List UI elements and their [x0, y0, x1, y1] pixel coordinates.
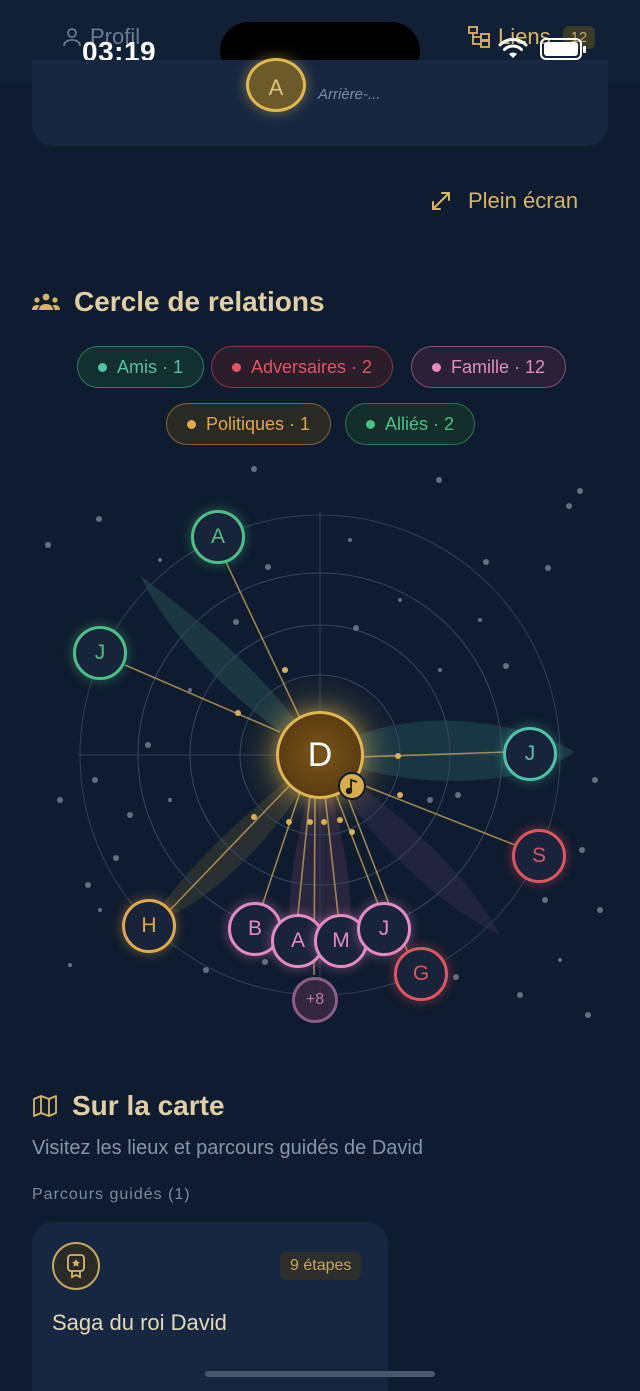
person-icon [63, 28, 81, 47]
node-letter: A [210, 525, 225, 548]
battery-icon [540, 38, 586, 60]
expand-icon [432, 192, 450, 210]
more-count: +8 [305, 991, 325, 1008]
node-letter: H [141, 914, 157, 937]
previous-card [32, 60, 608, 146]
chip-dot [98, 362, 107, 372]
chip-label: Alliés · 2 [385, 413, 455, 434]
chip-allies[interactable]: Alliés · 2 [345, 403, 476, 445]
chip-dot [187, 419, 196, 429]
chip-dot [232, 362, 241, 372]
chip-label: Famille · 12 [451, 356, 546, 377]
status-icons [498, 38, 586, 60]
chip-dot [366, 419, 375, 429]
chip-label: Amis · 1 [117, 356, 184, 377]
group-icon [32, 293, 60, 310]
relation-node-famille-j[interactable]: J [357, 902, 411, 956]
tours-label: Parcours guidés (1) [32, 1186, 191, 1203]
relation-node-ami-j[interactable]: J [503, 727, 557, 781]
node-letter: B [247, 917, 262, 940]
chip-adversaires[interactable]: Adversaires · 2 [211, 346, 394, 388]
home-indicator[interactable] [205, 1371, 435, 1377]
center-letter: D [307, 735, 333, 774]
fullscreen-label: Plein écran [468, 188, 579, 213]
relation-node-allie-a[interactable]: A [191, 510, 245, 564]
chip-dot [432, 362, 441, 372]
award-icon [52, 1242, 100, 1290]
map-title: Sur la carte [72, 1090, 225, 1121]
wifi-icon [498, 38, 528, 58]
tour-title: Saga du roi David [52, 1310, 227, 1335]
hierarchy-icon [468, 26, 490, 48]
node-letter: J [378, 917, 390, 940]
node-letter: M [332, 929, 350, 952]
relations-heading: Cercle de relations [32, 286, 325, 318]
steps-badge: 9 étapes [280, 1252, 362, 1280]
relation-node-allie-j[interactable]: J [73, 626, 127, 680]
chip-amis[interactable]: Amis · 1 [77, 346, 205, 388]
ancestor-caption: Arrière-... [318, 86, 381, 103]
chip-politiques[interactable]: Politiques · 1 [166, 403, 332, 445]
map-subtitle: Visitez les lieux et parcours guidés de … [32, 1137, 423, 1159]
map-icon [33, 1095, 57, 1117]
chip-label: Adversaires · 2 [251, 356, 373, 377]
relation-node-adversaire-s[interactable]: S [512, 829, 566, 883]
chip-famille[interactable]: Famille · 12 [411, 346, 567, 388]
node-letter: J [94, 641, 106, 664]
more-relations-node[interactable]: +8 [292, 977, 338, 1023]
relation-node-politique-h[interactable]: H [122, 899, 176, 953]
fullscreen-button[interactable]: Plein écran [430, 188, 578, 214]
node-letter: J [524, 742, 536, 765]
map-heading: Sur la carte [32, 1090, 225, 1122]
ancestor-avatar[interactable]: A [246, 58, 306, 112]
music-note-icon [338, 772, 366, 800]
node-letter: A [290, 929, 305, 952]
relation-node-adversaire-g[interactable]: G [394, 947, 448, 1001]
node-letter: S [531, 844, 546, 867]
chip-label: Politiques · 1 [206, 413, 311, 434]
node-letter: G [412, 962, 430, 985]
relations-title: Cercle de relations [74, 286, 325, 317]
